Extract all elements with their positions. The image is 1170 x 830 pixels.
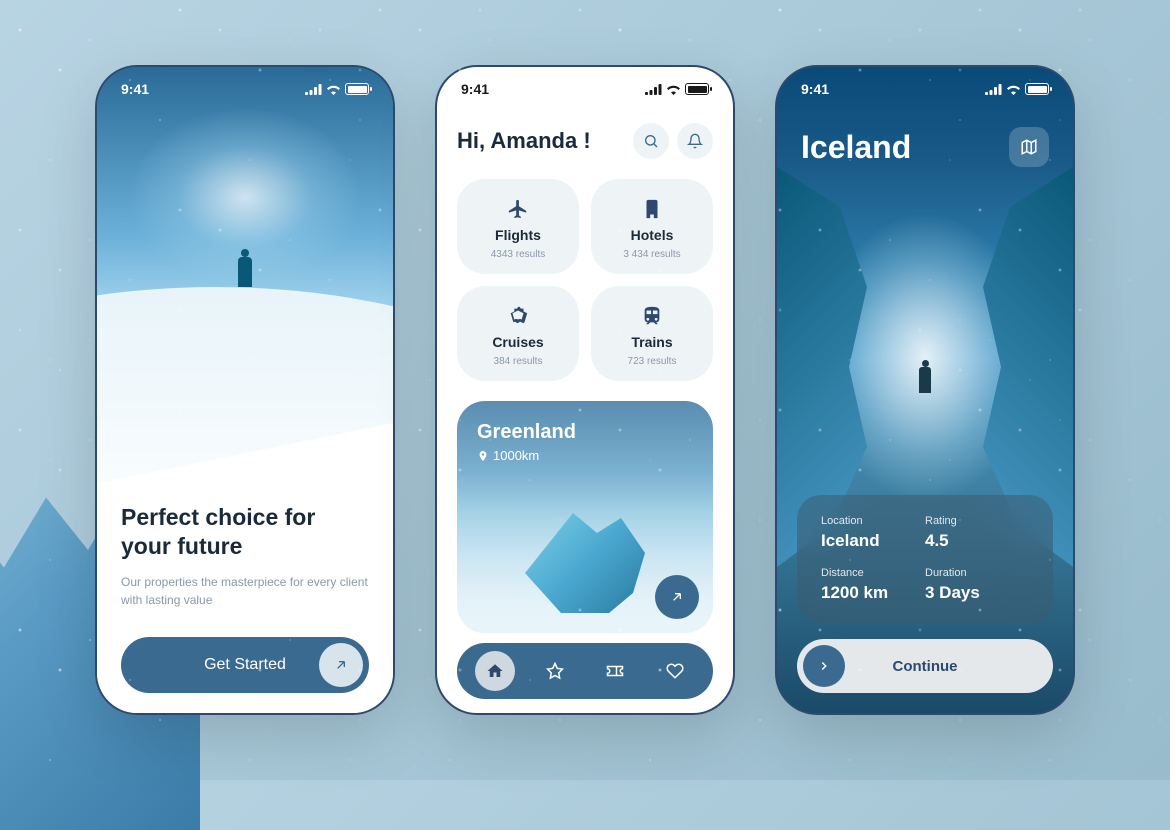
status-time: 9:41	[461, 81, 489, 97]
info-panel: Location Iceland Rating 4.5 Distance 120…	[797, 495, 1053, 623]
search-button[interactable]	[633, 123, 669, 159]
status-bar: 9:41	[437, 67, 733, 111]
notifications-button[interactable]	[677, 123, 713, 159]
star-icon	[546, 662, 564, 680]
train-icon	[640, 304, 664, 328]
signal-icon	[645, 84, 662, 95]
status-icons	[645, 83, 709, 95]
go-button[interactable]	[655, 575, 699, 619]
category-results: 384 results	[494, 356, 543, 367]
battery-icon	[1025, 83, 1049, 95]
featured-destination[interactable]: Greenland 1000km	[457, 401, 713, 633]
heart-icon	[666, 662, 684, 680]
rating-value: 4.5	[925, 531, 1029, 551]
wifi-icon	[666, 84, 681, 95]
wifi-icon	[326, 84, 341, 95]
distance-label: Distance	[821, 567, 925, 579]
onboarding-title: Perfect choice for your future	[121, 503, 369, 561]
continue-button[interactable]: Continue	[797, 639, 1053, 693]
home-icon	[486, 662, 504, 680]
rating-label: Rating	[925, 515, 1029, 527]
signal-icon	[985, 84, 1002, 95]
status-bar: 9:41	[97, 67, 393, 111]
category-results: 3 434 results	[623, 249, 680, 260]
category-trains[interactable]: Trains 723 results	[591, 286, 713, 381]
category-label: Hotels	[631, 227, 674, 243]
bell-icon	[687, 133, 703, 149]
category-hotels[interactable]: Hotels 3 434 results	[591, 179, 713, 274]
onboarding-screen: 9:41 Perfect choice for your future Our …	[95, 65, 395, 715]
category-label: Cruises	[492, 334, 543, 350]
category-label: Trains	[631, 334, 672, 350]
bottom-nav	[457, 643, 713, 699]
category-results: 4343 results	[491, 249, 545, 260]
duration-label: Duration	[925, 567, 1029, 579]
search-icon	[643, 133, 659, 149]
ship-icon	[506, 304, 530, 328]
pin-icon	[477, 450, 489, 462]
map-button[interactable]	[1009, 127, 1049, 167]
category-grid: Flights 4343 results Hotels 3 434 result…	[457, 179, 713, 381]
status-time: 9:41	[801, 81, 829, 97]
location-value: Iceland	[821, 531, 925, 551]
status-icons	[305, 83, 369, 95]
category-flights[interactable]: Flights 4343 results	[457, 179, 579, 274]
nav-favorites[interactable]	[535, 651, 575, 691]
distance-value: 1200 km	[821, 583, 925, 603]
cta-label: Get Started	[204, 656, 286, 674]
building-icon	[640, 197, 664, 221]
nav-saved[interactable]	[655, 651, 695, 691]
category-label: Flights	[495, 227, 541, 243]
nav-tickets[interactable]	[595, 651, 635, 691]
onboarding-subtitle: Our properties the masterpiece for every…	[121, 573, 369, 609]
greeting: Hi, Amanda !	[457, 128, 591, 154]
status-icons	[985, 83, 1049, 95]
destination-distance: 1000km	[477, 448, 576, 463]
battery-icon	[685, 83, 709, 95]
category-cruises[interactable]: Cruises 384 results	[457, 286, 579, 381]
detail-screen: 9:41 Iceland Location Iceland Rating 4.5…	[775, 65, 1075, 715]
nav-home[interactable]	[475, 651, 515, 691]
duration-value: 3 Days	[925, 583, 1029, 603]
home-screen: 9:41 Hi, Amanda ! Flights 4343 results	[435, 65, 735, 715]
battery-icon	[345, 83, 369, 95]
arrow-icon	[669, 589, 685, 605]
chevron-right-icon	[803, 645, 845, 687]
hero-image	[97, 67, 393, 487]
location-label: Location	[821, 515, 925, 527]
arrow-icon	[319, 643, 363, 687]
destination-title: Iceland	[801, 129, 911, 166]
signal-icon	[305, 84, 322, 95]
status-bar: 9:41	[777, 67, 1073, 111]
get-started-button[interactable]: Get Started	[121, 637, 369, 693]
continue-label: Continue	[893, 658, 958, 675]
category-results: 723 results	[628, 356, 677, 367]
ticket-icon	[606, 662, 624, 680]
home-header: Hi, Amanda !	[457, 123, 713, 159]
wifi-icon	[1006, 84, 1021, 95]
map-icon	[1020, 138, 1038, 156]
status-time: 9:41	[121, 81, 149, 97]
destination-name: Greenland	[477, 421, 576, 444]
plane-icon	[506, 197, 530, 221]
